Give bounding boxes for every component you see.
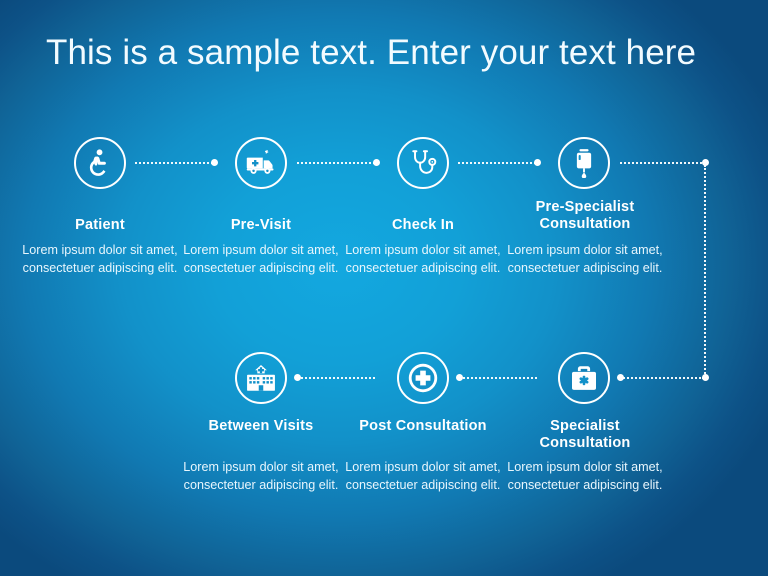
connector-dot-checkin: [373, 159, 380, 166]
step-body-patient: Lorem ipsum dolor sit amet, consectetuer…: [22, 243, 178, 275]
connector-to-specialist: [620, 377, 704, 381]
iv-drip-icon: [558, 137, 610, 189]
connector-dot-prespecialist: [534, 159, 541, 166]
connector-patient-to-previsit: [135, 162, 213, 166]
step-heading-post-consultation: Post Consultation: [359, 418, 487, 434]
connector-dot-specialist: [617, 374, 624, 381]
step-heading-patient: Patient: [75, 217, 125, 233]
slide-canvas: This is a sample text. Enter your text h…: [0, 0, 768, 576]
step-body-pre-specialist-consultation: Lorem ipsum dolor sit amet, consectetuer…: [507, 243, 663, 275]
connector-specialist-to-post: [459, 377, 537, 381]
connector-dot-post: [456, 374, 463, 381]
step-body-pre-visit: Lorem ipsum dolor sit amet, consectetuer…: [183, 243, 339, 275]
connector-prespecialist-right: [620, 162, 706, 166]
connector-vertical-right: [704, 165, 708, 377]
step-body-specialist-consultation: Lorem ipsum dolor sit amet, consectetuer…: [507, 460, 663, 492]
step-heading-check-in: Check In: [391, 217, 455, 233]
page-title: This is a sample text. Enter your text h…: [46, 33, 697, 72]
step-heading-specialist-consultation: Specialist Consultation: [539, 418, 631, 451]
step-body-post-consultation: Lorem ipsum dolor sit amet, consectetuer…: [345, 460, 501, 492]
step-heading-pre-specialist-consultation: Pre-Specialist Consultation: [535, 199, 635, 232]
hospital-building-icon: [235, 352, 287, 404]
connector-checkin-to-prespecialist: [458, 162, 536, 166]
step-heading-between-visits: Between Visits: [208, 418, 314, 434]
stethoscope-icon: [397, 137, 449, 189]
wheelchair-icon: [74, 137, 126, 189]
step-heading-pre-visit: Pre-Visit: [230, 217, 292, 233]
medical-bag-icon: [558, 352, 610, 404]
step-body-check-in: Lorem ipsum dolor sit amet, consectetuer…: [345, 243, 501, 275]
connector-post-to-between: [297, 377, 375, 381]
step-body-between-visits: Lorem ipsum dolor sit amet, consectetuer…: [183, 460, 339, 492]
ambulance-icon: [235, 137, 287, 189]
connector-dot-between: [294, 374, 301, 381]
connector-previsit-to-checkin: [297, 162, 375, 166]
medical-cross-circle-icon: [397, 352, 449, 404]
connector-dot-previsit: [211, 159, 218, 166]
